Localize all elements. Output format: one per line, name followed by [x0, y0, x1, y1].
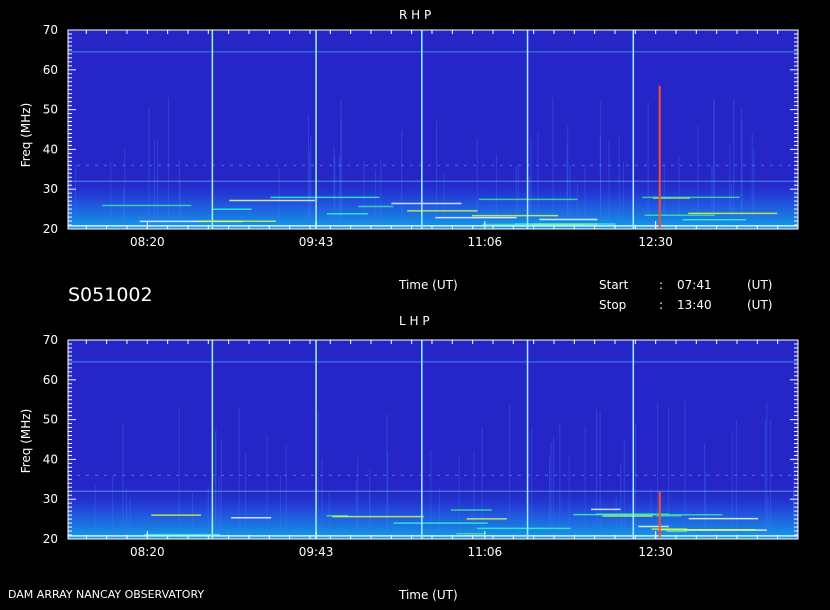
x-tick-label: 12:30	[638, 545, 673, 559]
stop-time: 13:40	[677, 298, 712, 312]
y-tick-label: 40	[43, 452, 58, 466]
x-tick-label: 09:43	[299, 235, 334, 249]
x-tick-label: 11:06	[468, 545, 503, 559]
y-tick-label: 60	[43, 373, 58, 387]
y-tick-label: 20	[43, 532, 58, 546]
bottom-panel-ylabel: Freq (MHz)	[19, 408, 33, 474]
x-tick-label: 09:43	[299, 545, 334, 559]
y-tick-label: 70	[43, 23, 58, 37]
x-tick-label: 11:06	[468, 235, 503, 249]
y-tick-label: 30	[43, 492, 58, 506]
station-id: S051002	[68, 284, 153, 306]
start-colon: :	[659, 278, 664, 292]
y-tick-label: 50	[43, 103, 58, 117]
top-panel-title: R H P	[399, 8, 432, 22]
start-label: Start	[599, 278, 629, 292]
y-tick-label: 30	[43, 182, 58, 196]
stop-unit: (UT)	[747, 298, 773, 312]
start-unit: (UT)	[747, 278, 773, 292]
stop-colon: :	[659, 298, 664, 312]
y-tick-label: 60	[43, 63, 58, 77]
start-time: 07:41	[677, 278, 712, 292]
top-panel-ylabel: Freq (MHz)	[19, 102, 33, 168]
x-tick-label: 08:20	[130, 545, 165, 559]
y-tick-label: 40	[43, 142, 58, 156]
y-tick-label: 70	[43, 333, 58, 347]
observatory-footer: DAM ARRAY NANCAY OBSERVATORY	[8, 588, 205, 601]
top-panel-xlabel: Time (UT)	[399, 278, 458, 292]
x-tick-label: 08:20	[130, 235, 165, 249]
y-tick-label: 20	[43, 222, 58, 236]
x-tick-label: 12:30	[638, 235, 673, 249]
bottom-panel-xlabel: Time (UT)	[399, 588, 458, 602]
stop-label: Stop	[599, 298, 627, 312]
y-tick-label: 50	[43, 413, 58, 427]
bottom-panel-title: L H P	[399, 314, 430, 328]
